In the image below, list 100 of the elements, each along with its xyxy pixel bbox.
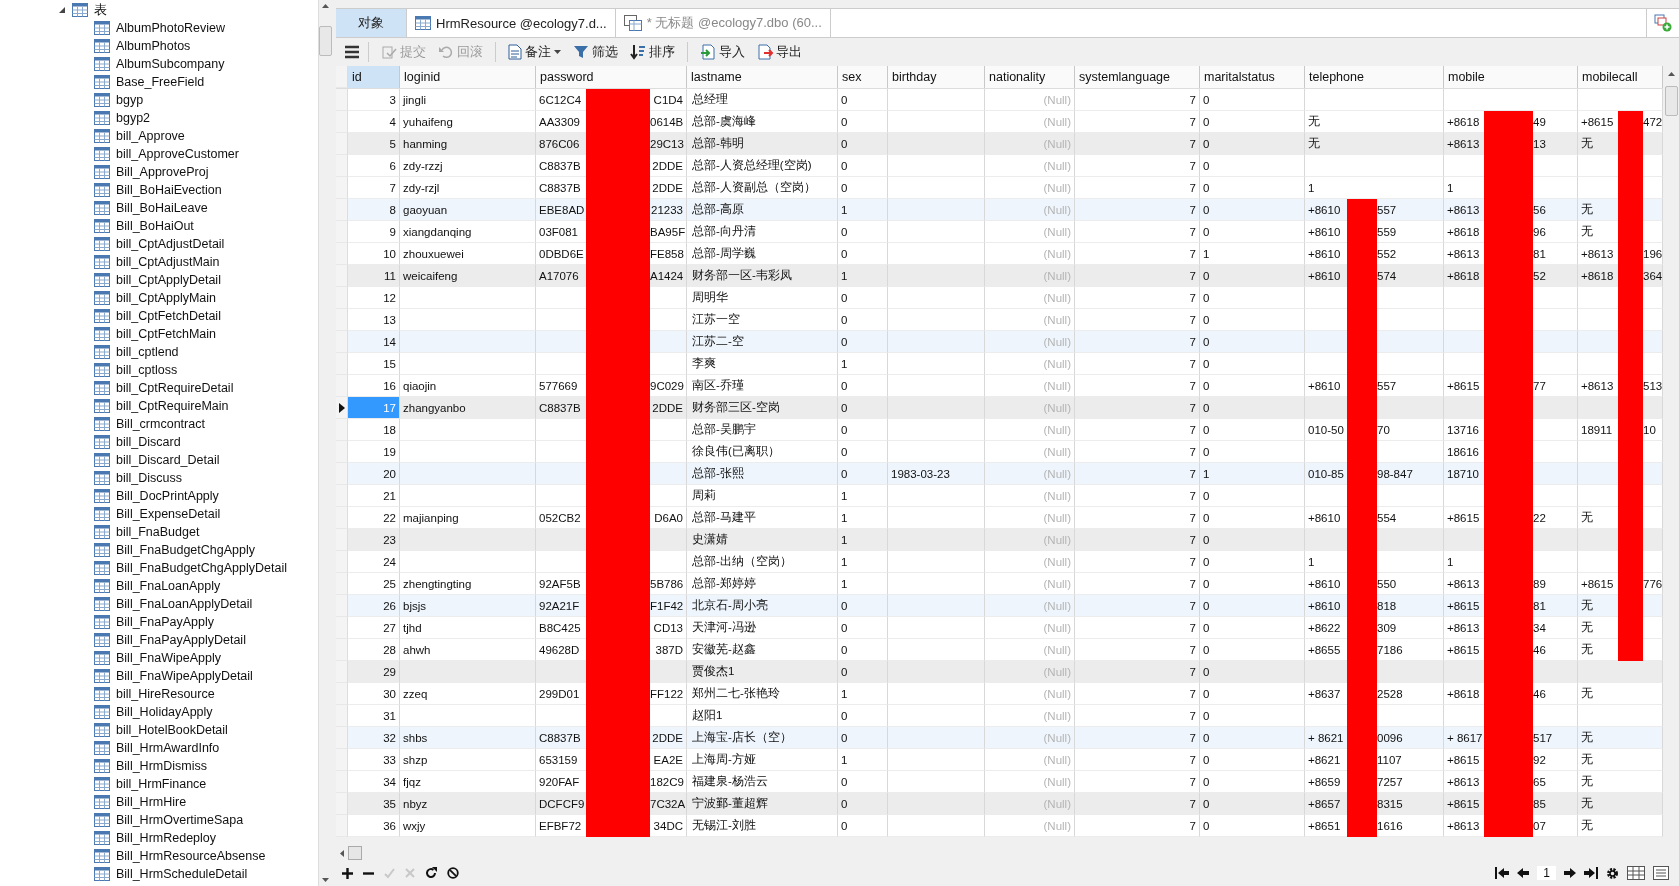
tree-item[interactable]: Bill_FnaBudgetChgApply	[116, 543, 255, 557]
scrollbar-thumb[interactable]	[319, 26, 332, 56]
tree-item[interactable]: AlbumSubcompany	[116, 57, 225, 71]
down-arrow-icon[interactable]	[322, 878, 329, 882]
column-header[interactable]: nationality	[985, 66, 1075, 88]
tree-item[interactable]: Bill_BoHaiLeave	[116, 201, 208, 215]
table-icon	[94, 669, 110, 683]
column-header[interactable]: sex	[838, 66, 888, 88]
form-view-icon[interactable]	[1653, 866, 1669, 880]
tree-item[interactable]: Bill_FnaPayApplyDetail	[116, 633, 246, 647]
expanded-caret-icon[interactable]	[58, 6, 66, 14]
up-arrow-icon[interactable]	[322, 4, 329, 8]
toolbar-button[interactable]: 筛选	[569, 41, 622, 63]
column-header[interactable]: id	[348, 66, 400, 88]
row-selector[interactable]	[336, 397, 348, 419]
column-header[interactable]: telephone	[1305, 66, 1444, 88]
column-header[interactable]: systemlanguage	[1075, 66, 1200, 88]
previous-page-icon[interactable]	[1517, 867, 1530, 879]
tree-item[interactable]: bill_CptApplyDetail	[116, 273, 221, 287]
tree-item[interactable]: bill_Approve	[116, 129, 185, 143]
column-header[interactable]: lastname	[687, 66, 838, 88]
tree-item[interactable]: Bill_ApproveProj	[116, 165, 209, 179]
add-icon[interactable]	[342, 867, 353, 879]
tree-item[interactable]: Bill_FnaWipeApplyDetail	[116, 669, 253, 683]
tree-item[interactable]: Bill_FnaBudgetChgApplyDetail	[116, 561, 287, 575]
tree-item[interactable]: bill_HireResource	[116, 687, 215, 701]
tree-item[interactable]: Bill_FnaLoanApply	[116, 579, 221, 593]
cross-icon[interactable]	[405, 868, 415, 878]
tree-item[interactable]: bgyp	[116, 93, 144, 107]
grid-view-icon[interactable]	[1627, 866, 1645, 880]
tree-item[interactable]: bill_HotelBookDetail	[116, 723, 228, 737]
tree-item[interactable]: Bill_BoHaiEvection	[116, 183, 222, 197]
tree-item[interactable]: bill_Discard	[116, 435, 181, 449]
tree-item[interactable]: bill_FnaBudget	[116, 525, 200, 539]
tree-item[interactable]: 表	[94, 1, 107, 19]
tree-item[interactable]: bill_Discard_Detail	[116, 453, 220, 467]
tree-item[interactable]: bill_CptFetchMain	[116, 327, 217, 341]
toolbar-button[interactable]: 导出	[753, 41, 806, 63]
scrollbar[interactable]	[318, 0, 332, 886]
tree-item[interactable]: Base_FreeField	[116, 75, 205, 89]
tree-item[interactable]: Bill_HolidayApply	[116, 705, 213, 719]
tree-item[interactable]: Bill_FnaPayApply	[116, 615, 214, 629]
tree-item[interactable]: Bill_HrmOvertimeSapa	[116, 813, 244, 827]
up-arrow-icon[interactable]	[1667, 72, 1675, 76]
table-icon	[94, 237, 110, 251]
scrollbar-thumb[interactable]	[348, 846, 362, 860]
tree-item[interactable]: bgyp2	[116, 111, 151, 125]
tree-item[interactable]: Bill_HrmAwardInfo	[116, 741, 220, 755]
next-page-icon[interactable]	[1564, 867, 1576, 879]
column-header[interactable]: password	[536, 66, 687, 88]
tree-item[interactable]: bill_CptApplyMain	[116, 291, 217, 305]
tree-item[interactable]: bill_CptRequireMain	[116, 399, 229, 413]
stop-icon[interactable]	[447, 867, 459, 879]
tree-item[interactable]: bill_CptRequireDetail	[116, 381, 234, 395]
tree-item[interactable]: bill_ApproveCustomer	[116, 147, 239, 161]
tree-item[interactable]: bill_HrmFinance	[116, 777, 207, 791]
tree-item[interactable]: Bill_BoHaiOut	[116, 219, 194, 233]
table-cell: 0	[1200, 815, 1305, 837]
tree-item[interactable]: bill_cptloss	[116, 363, 178, 377]
tree-item[interactable]: bill_CptAdjustMain	[116, 255, 220, 269]
table-icon	[94, 57, 110, 71]
tree-item[interactable]: bill_CptAdjustDetail	[116, 237, 225, 251]
tree-item[interactable]: AlbumPhotoReview	[116, 21, 226, 35]
settings-icon[interactable]	[1606, 866, 1619, 880]
refresh-icon[interactable]	[425, 867, 437, 879]
table-icon	[94, 723, 110, 737]
left-arrow-icon[interactable]	[340, 849, 344, 857]
column-header[interactable]: mobile	[1444, 66, 1578, 88]
toolbar-button[interactable]: 导入	[696, 41, 749, 63]
tree-item[interactable]: Bill_crmcontract	[116, 417, 205, 431]
toolbar-button[interactable]: 备注	[504, 41, 565, 63]
last-page-icon[interactable]	[1584, 867, 1598, 879]
menu-icon[interactable]	[344, 45, 360, 59]
tree-item[interactable]: Bill_ExpenseDetail	[116, 507, 221, 521]
column-header[interactable]: loginid	[400, 66, 536, 88]
table-icon	[94, 453, 110, 467]
tree-item[interactable]: Bill_HrmRedeploy	[116, 831, 217, 845]
tree-item[interactable]: bill_Discuss	[116, 471, 182, 485]
table-icon	[94, 543, 110, 557]
page-number[interactable]: 1	[1537, 866, 1556, 880]
tree-item[interactable]: Bill_FnaLoanApplyDetail	[116, 597, 253, 611]
tree-item[interactable]: bill_CptFetchDetail	[116, 309, 221, 323]
scrollbar-thumb[interactable]	[1664, 86, 1678, 116]
tree-item[interactable]: Bill_DocPrintApply	[116, 489, 219, 503]
tree-item[interactable]: Bill_HrmScheduleDetail	[116, 867, 248, 881]
column-header[interactable]: birthday	[888, 66, 985, 88]
tree-item[interactable]: bill_cptlend	[116, 345, 179, 359]
tree-item[interactable]: Bill_HrmDismiss	[116, 759, 207, 773]
tree-item[interactable]: Bill_FnaWipeApply	[116, 651, 221, 665]
tab[interactable]: 对象	[336, 9, 407, 37]
tree-item[interactable]: AlbumPhotos	[116, 39, 191, 53]
column-header[interactable]: maritalstatus	[1200, 66, 1305, 88]
table-row[interactable]: 3 jingli 6C12C4 C1D4 总经理 0 (Null) 7 0	[336, 89, 1663, 111]
first-page-icon[interactable]	[1495, 867, 1510, 879]
check-icon[interactable]	[384, 867, 395, 879]
table-icon	[94, 147, 110, 161]
new-tab-icon[interactable]	[1654, 14, 1672, 32]
tree-item[interactable]: Bill_HrmHire	[116, 795, 187, 809]
tree-item[interactable]: Bill_HrmResourceAbsense	[116, 849, 266, 863]
toolbar-button[interactable]: 排序	[626, 41, 679, 63]
